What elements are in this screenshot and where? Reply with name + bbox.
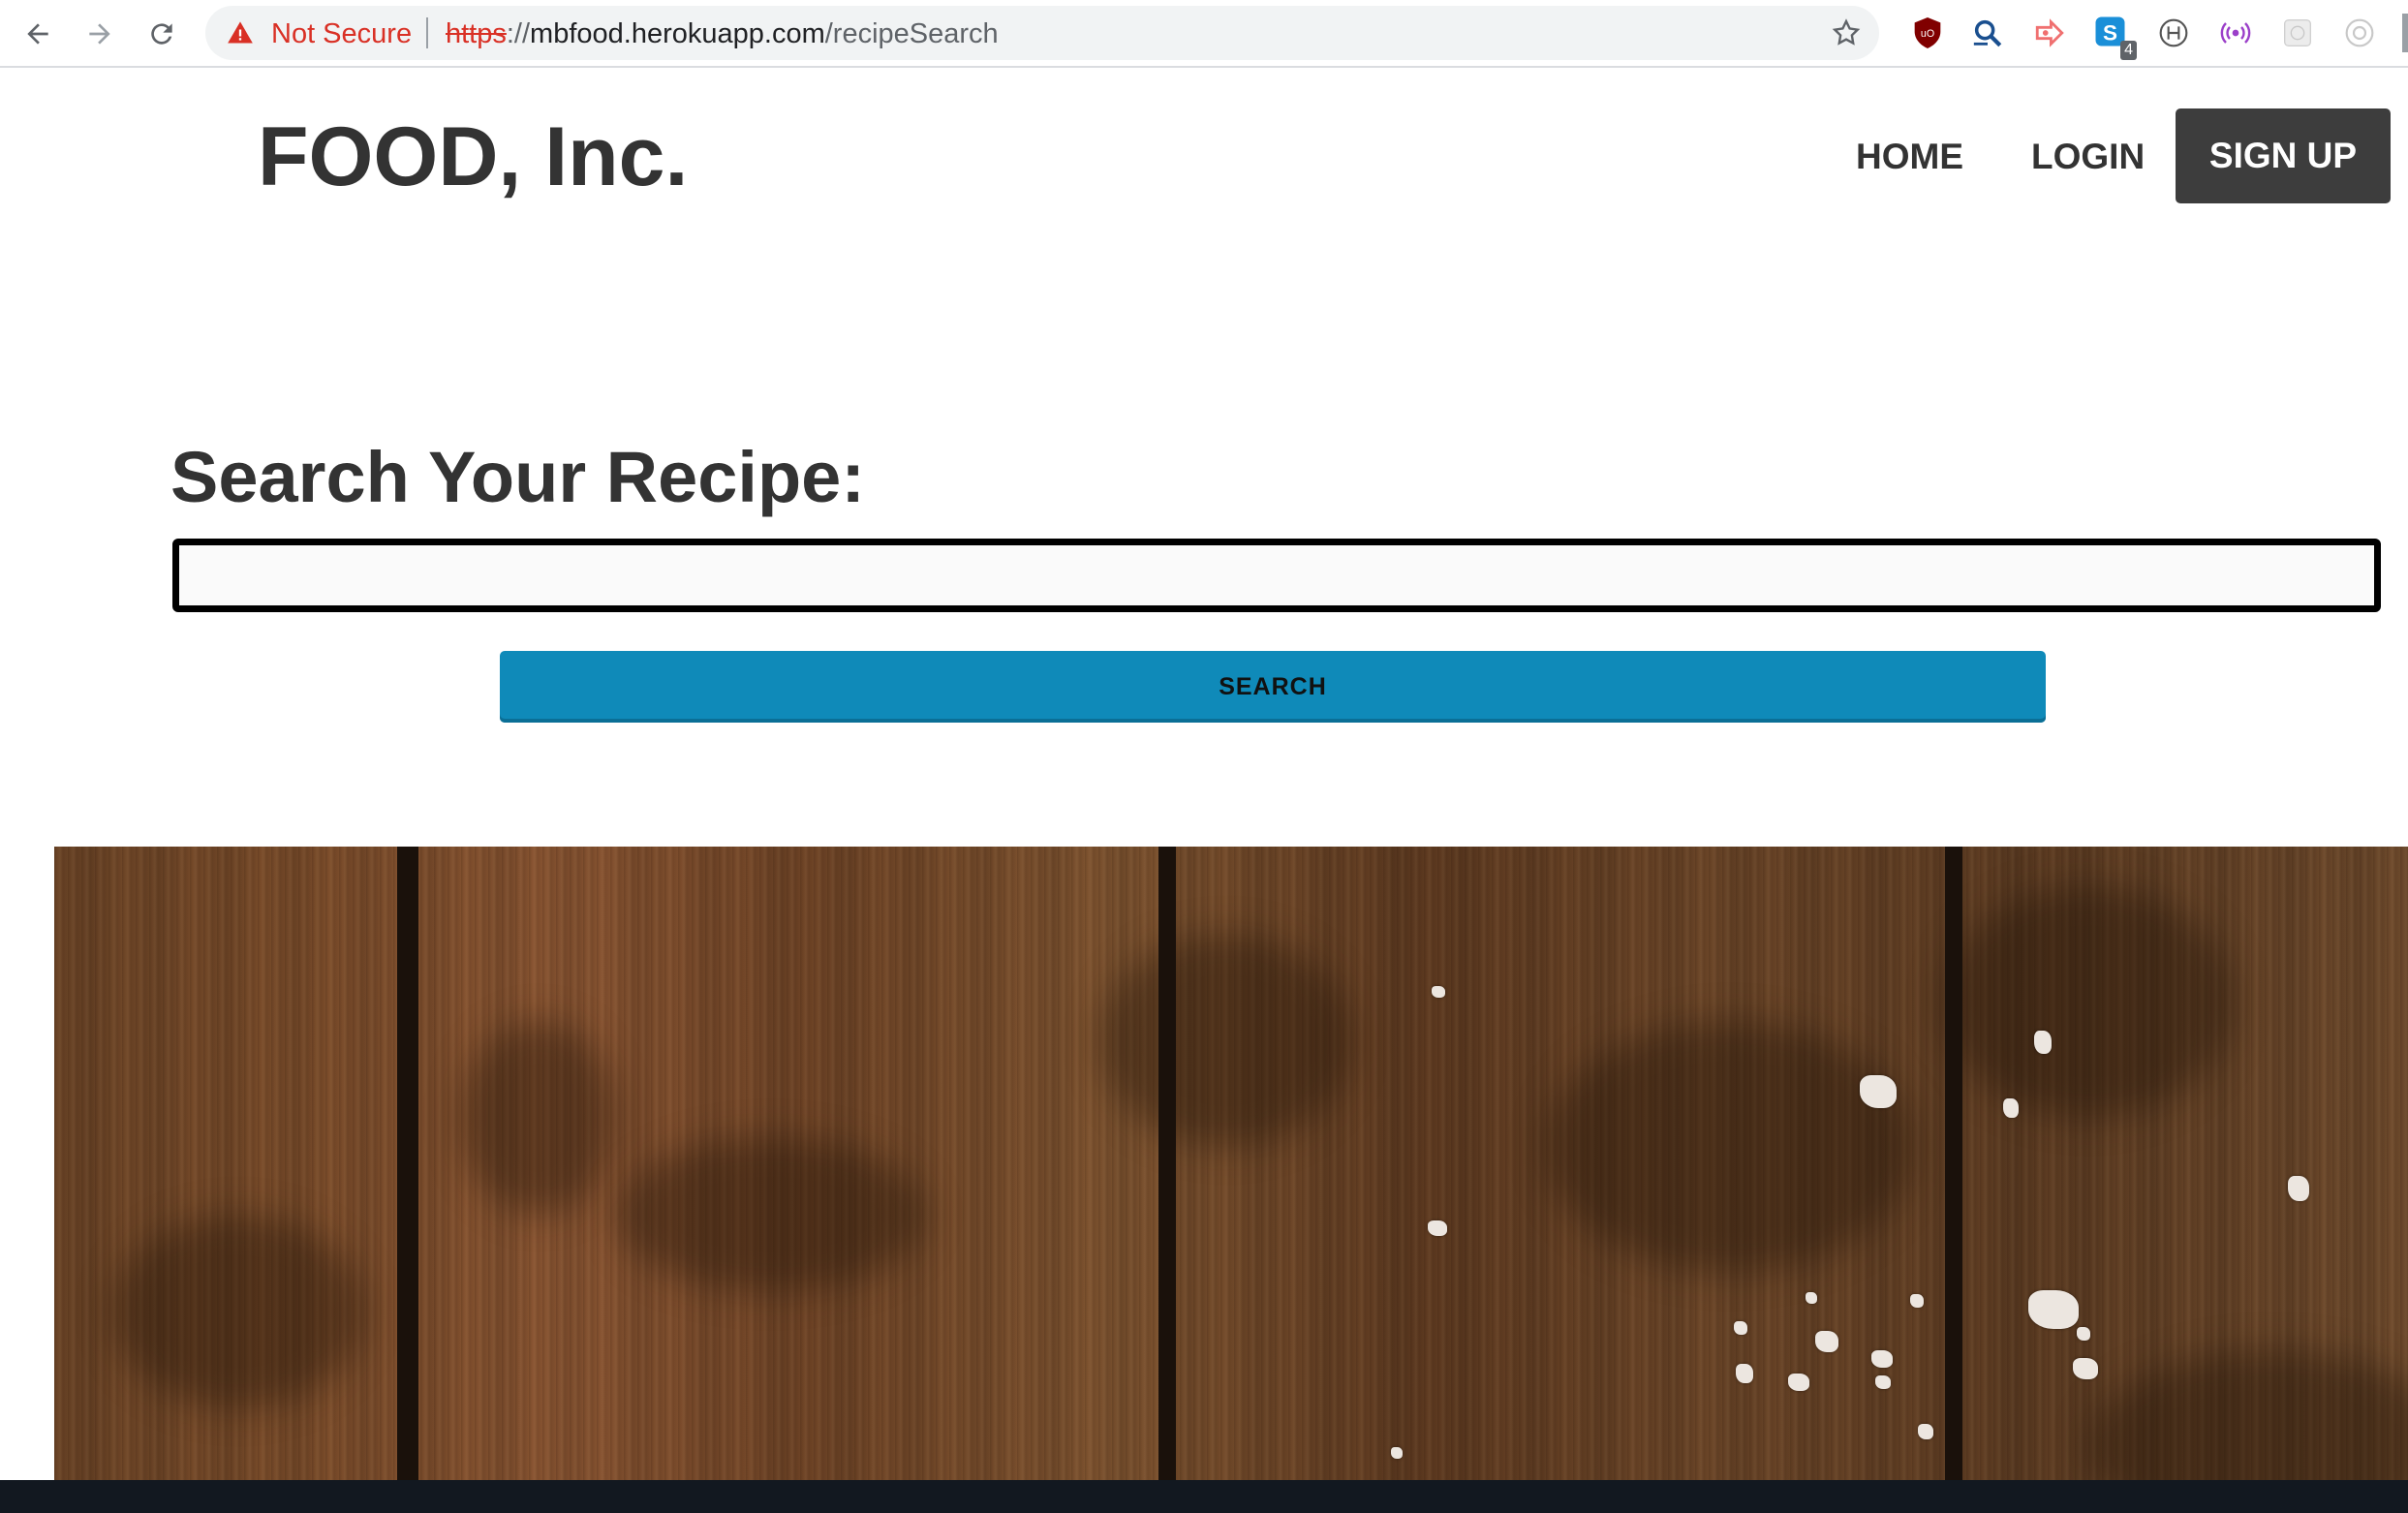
security-status-label[interactable]: Not Secure xyxy=(271,18,412,50)
wood-plank-gap xyxy=(397,847,418,1480)
page-edge xyxy=(0,1430,54,1480)
omnibox-divider xyxy=(426,17,428,48)
magnifier-extension[interactable] xyxy=(1968,14,2007,52)
site-logo[interactable]: FOOD, Inc. xyxy=(258,108,688,205)
ublock-extension[interactable]: uO xyxy=(1908,14,1947,52)
svg-text:uO: uO xyxy=(1921,28,1934,40)
search-button[interactable]: SEARCH xyxy=(500,651,2046,723)
skype-extension[interactable]: S 4 xyxy=(2092,14,2137,60)
url-path: /recipeSearch xyxy=(824,18,999,49)
magnifier-icon xyxy=(1973,19,2002,47)
extension-badge: 4 xyxy=(2120,41,2137,60)
broadcast-icon xyxy=(2220,22,2251,44)
target-extension-icon xyxy=(2345,18,2374,47)
back-icon xyxy=(27,23,48,45)
reload-button[interactable] xyxy=(138,10,186,58)
warning-icon xyxy=(228,21,253,44)
profile-menu-edge[interactable] xyxy=(2402,14,2408,52)
reload-icon xyxy=(151,23,172,45)
target-extension[interactable] xyxy=(2340,14,2379,52)
nav-login-link[interactable]: LOGIN xyxy=(2031,128,2145,186)
svg-text:S: S xyxy=(2103,21,2117,46)
broadcast-extension[interactable] xyxy=(2216,14,2255,52)
h-extension[interactable] xyxy=(2154,14,2193,52)
ublock-icon: uO xyxy=(1914,17,1941,48)
address-bar[interactable]: Not Secure https://mbfood.herokuapp.com/… xyxy=(205,6,1879,60)
arrow-extension[interactable] xyxy=(2030,14,2069,52)
nav-home-link[interactable]: HOME xyxy=(1856,128,1963,186)
recipe-search-input[interactable] xyxy=(172,539,2381,612)
arrow-extension-icon xyxy=(2035,18,2064,47)
grid-extension[interactable] xyxy=(2278,14,2317,52)
signup-button[interactable]: SIGN UP xyxy=(2176,108,2391,203)
url-scheme: https xyxy=(446,18,507,49)
wood-plank-gap xyxy=(1158,847,1176,1480)
url-host: mbfood.herokuapp.com xyxy=(530,18,825,49)
browser-toolbar: Not Secure https://mbfood.herokuapp.com/… xyxy=(0,0,2408,68)
url-separator: :// xyxy=(506,18,531,49)
forward-icon xyxy=(89,23,110,45)
search-heading: Search Your Recipe: xyxy=(170,437,865,517)
h-extension-icon xyxy=(2159,18,2188,47)
grid-extension-icon xyxy=(2284,19,2311,46)
star-icon[interactable] xyxy=(1831,17,1862,48)
footer-bar xyxy=(0,1480,2408,1513)
url-text[interactable]: https://mbfood.herokuapp.com/recipeSearc… xyxy=(446,18,999,50)
wood-hero-image xyxy=(54,847,2408,1480)
forward-button[interactable] xyxy=(76,10,124,58)
back-button[interactable] xyxy=(14,10,62,58)
wood-plank-gap xyxy=(1945,847,1962,1480)
